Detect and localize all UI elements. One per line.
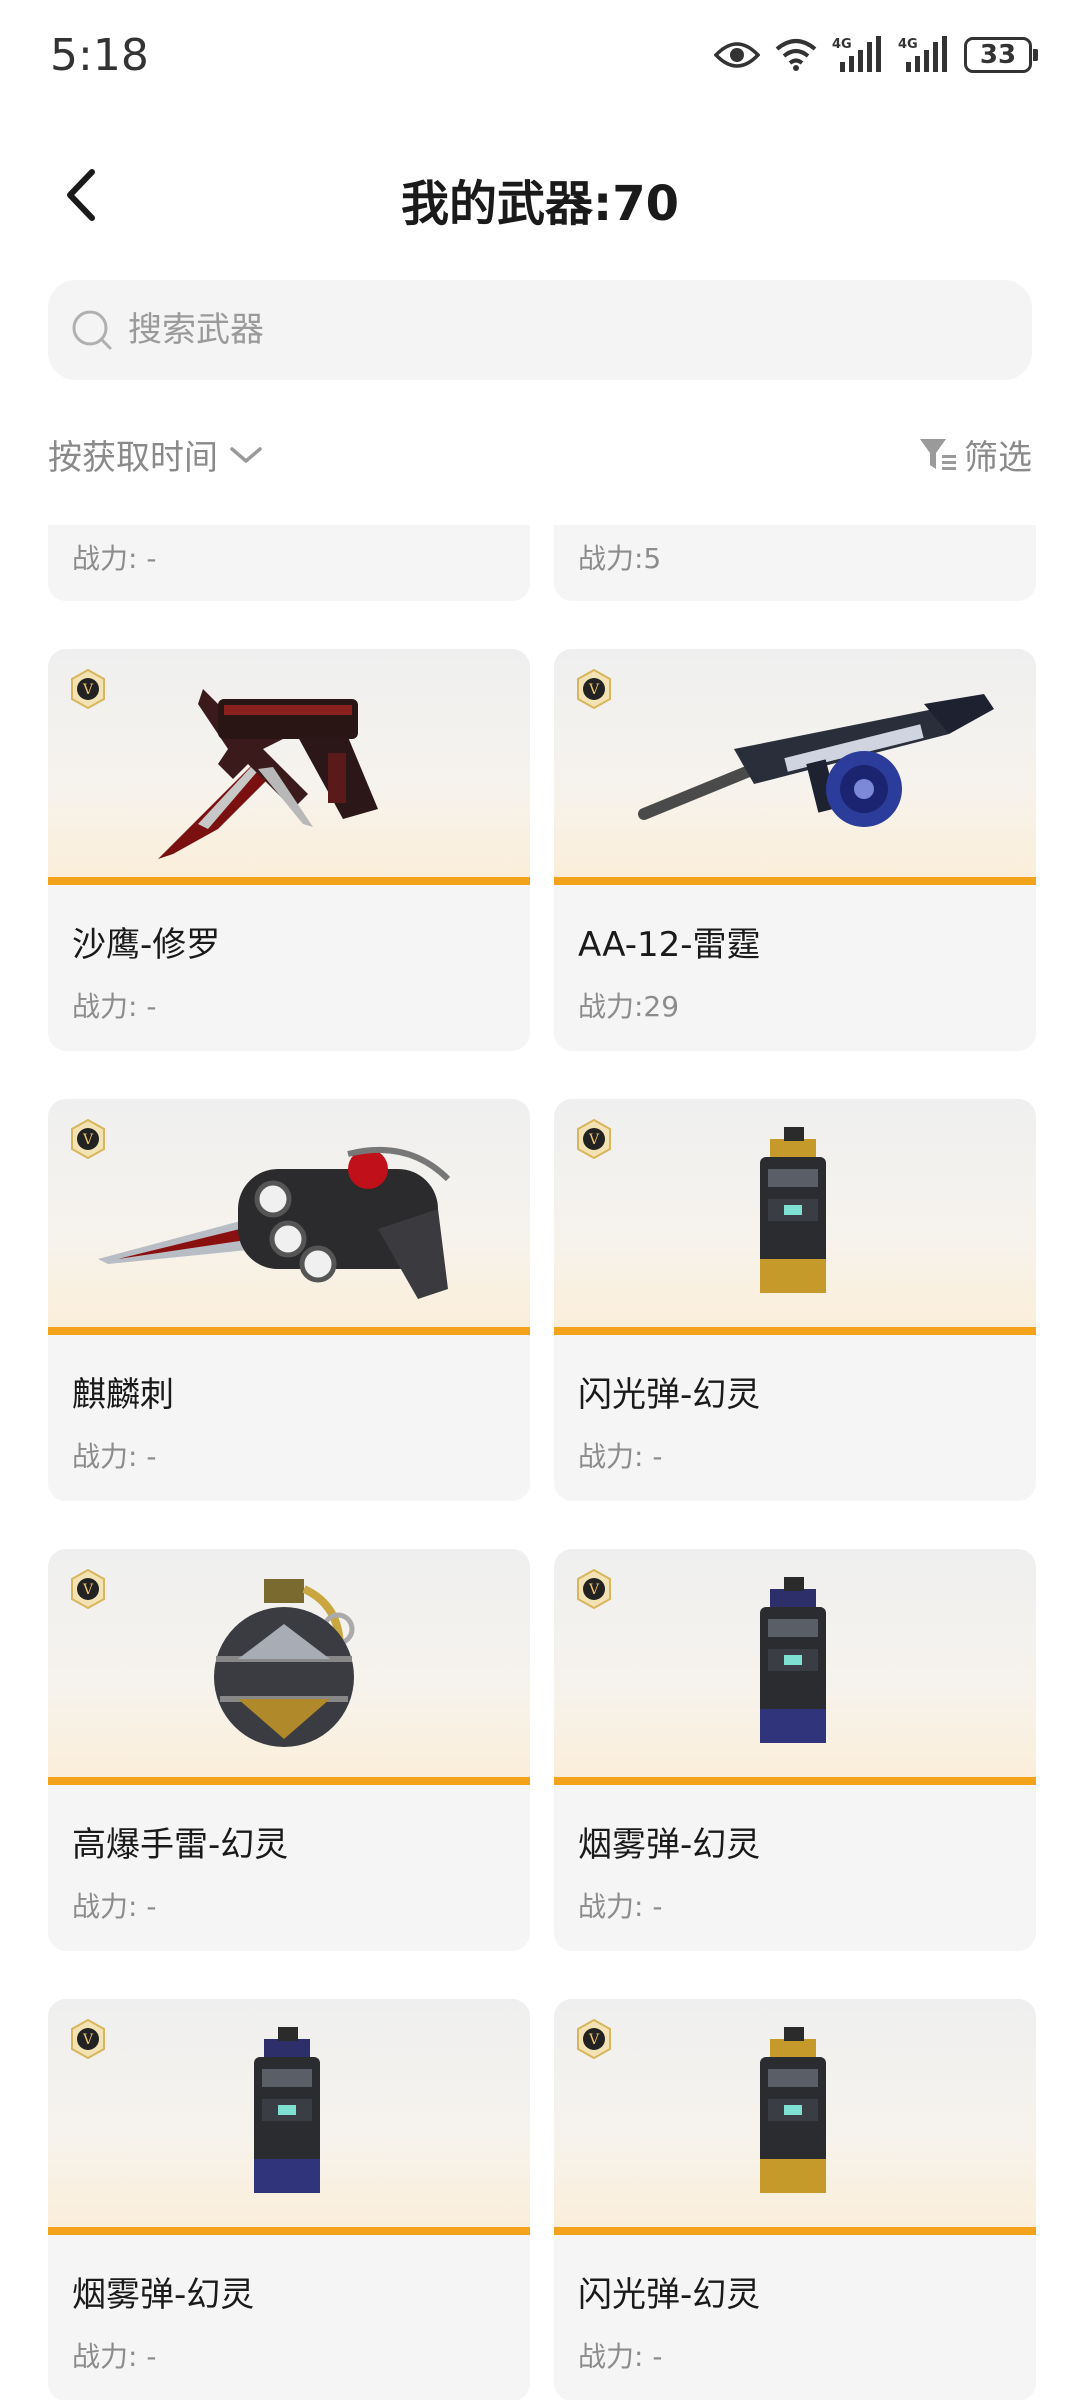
weapon-power: 战力: - <box>72 1890 157 1923</box>
chevron-down-icon <box>230 446 262 463</box>
weapon-name: AA-12-雷霆 <box>578 925 761 965</box>
weapon-card[interactable]: V 麒麟刺 战力: - <box>48 1099 530 1501</box>
shotgun-icon <box>638 694 994 827</box>
status-bar: 5:18 4G 4G 33 <box>0 0 1080 120</box>
weapon-image: V <box>554 1999 1036 2235</box>
weapon-name: 高爆手雷-幻灵 <box>72 1825 289 1865</box>
weapon-power: 战力:29 <box>578 990 680 1023</box>
weapon-card-partial[interactable]: 战力: - <box>48 525 530 601</box>
weapon-power: 战力: - <box>578 1890 663 1923</box>
weapon-list[interactable]: 战力: - 战力:5 V 沙鹰-修罗 战力: - V AA-12-雷霆 战力:2… <box>0 525 1080 2400</box>
search-icon <box>72 310 112 350</box>
eye-icon <box>714 42 760 68</box>
rarity-stripe <box>554 1327 1036 1335</box>
weapon-image: V <box>48 1549 530 1785</box>
svg-text:4G: 4G <box>832 37 852 52</box>
weapon-power: 战力:5 <box>578 542 662 575</box>
weapon-name: 沙鹰-修罗 <box>72 925 221 965</box>
weapon-image: V <box>554 1099 1036 1335</box>
weapon-card[interactable]: V 闪光弹-幻灵 战力: - <box>554 1999 1036 2400</box>
weapon-card[interactable]: V 沙鹰-修罗 战力: - <box>48 649 530 1051</box>
header: 我的武器:70 <box>0 140 1080 250</box>
weapon-image: V <box>554 1549 1036 1785</box>
weapon-card[interactable]: V 闪光弹-幻灵 战力: - <box>554 1099 1036 1501</box>
weapon-power: 战力: - <box>72 2340 157 2373</box>
sort-label: 按获取时间 <box>48 438 218 478</box>
weapon-power: 战力: - <box>72 1440 157 1473</box>
knuckle-dagger-icon <box>98 1146 451 1299</box>
weapon-power: 战力: - <box>72 542 157 575</box>
filter-button[interactable]: 筛选 <box>918 430 1032 479</box>
weapon-power: 战力: - <box>578 2340 663 2373</box>
signal-4g-icon-2: 4G <box>898 36 947 72</box>
weapon-image: V <box>554 649 1036 885</box>
sort-dropdown[interactable]: 按获取时间 <box>48 430 264 479</box>
weapon-card[interactable]: V AA-12-雷霆 战力:29 <box>554 649 1036 1051</box>
weapon-name: 麒麟刺 <box>72 1375 174 1415</box>
rarity-stripe <box>48 2227 530 2235</box>
wifi-icon <box>775 39 817 71</box>
weapon-power: 战力: - <box>578 1440 663 1473</box>
flashbang-icon <box>760 2027 826 2193</box>
weapon-image: V <box>48 1099 530 1335</box>
status-icons: 4G 4G 33 <box>714 30 1038 80</box>
search-input[interactable] <box>126 309 1032 351</box>
rarity-stripe <box>48 877 530 885</box>
svg-text:4G: 4G <box>898 37 918 52</box>
weapon-name: 闪光弹-幻灵 <box>578 1375 761 1415</box>
weapon-name: 闪光弹-幻灵 <box>578 2275 761 2315</box>
smoke-grenade-icon <box>760 1577 826 1743</box>
filter-icon <box>920 438 956 470</box>
search-box[interactable] <box>48 280 1032 380</box>
flashbang-icon <box>760 1127 826 1293</box>
weapon-name: 烟雾弹-幻灵 <box>72 2275 255 2315</box>
rarity-stripe <box>48 1327 530 1335</box>
page-title: 我的武器:70 <box>401 176 679 232</box>
weapon-image: V <box>48 649 530 885</box>
signal-4g-icon: 4G <box>832 36 881 72</box>
weapon-card[interactable]: V 烟雾弹-幻灵 战力: - <box>554 1549 1036 1951</box>
weapon-card-partial[interactable]: 战力:5 <box>554 525 1036 601</box>
weapon-card[interactable]: V 烟雾弹-幻灵 战力: - <box>48 1999 530 2400</box>
rarity-stripe <box>48 1777 530 1785</box>
smoke-grenade-icon <box>254 2027 320 2193</box>
grenade-icon <box>214 1579 355 1747</box>
rarity-stripe <box>554 877 1036 885</box>
rarity-stripe <box>554 2227 1036 2235</box>
desert-eagle-icon <box>158 689 378 859</box>
weapon-image: V <box>48 1999 530 2235</box>
battery-icon: 33 <box>964 37 1038 73</box>
weapon-power: 战力: - <box>72 990 157 1023</box>
status-time: 5:18 <box>50 30 149 81</box>
filter-label: 筛选 <box>964 438 1032 478</box>
weapon-card[interactable]: V 高爆手雷-幻灵 战力: - <box>48 1549 530 1951</box>
rarity-stripe <box>554 1777 1036 1785</box>
weapon-name: 烟雾弹-幻灵 <box>578 1825 761 1865</box>
